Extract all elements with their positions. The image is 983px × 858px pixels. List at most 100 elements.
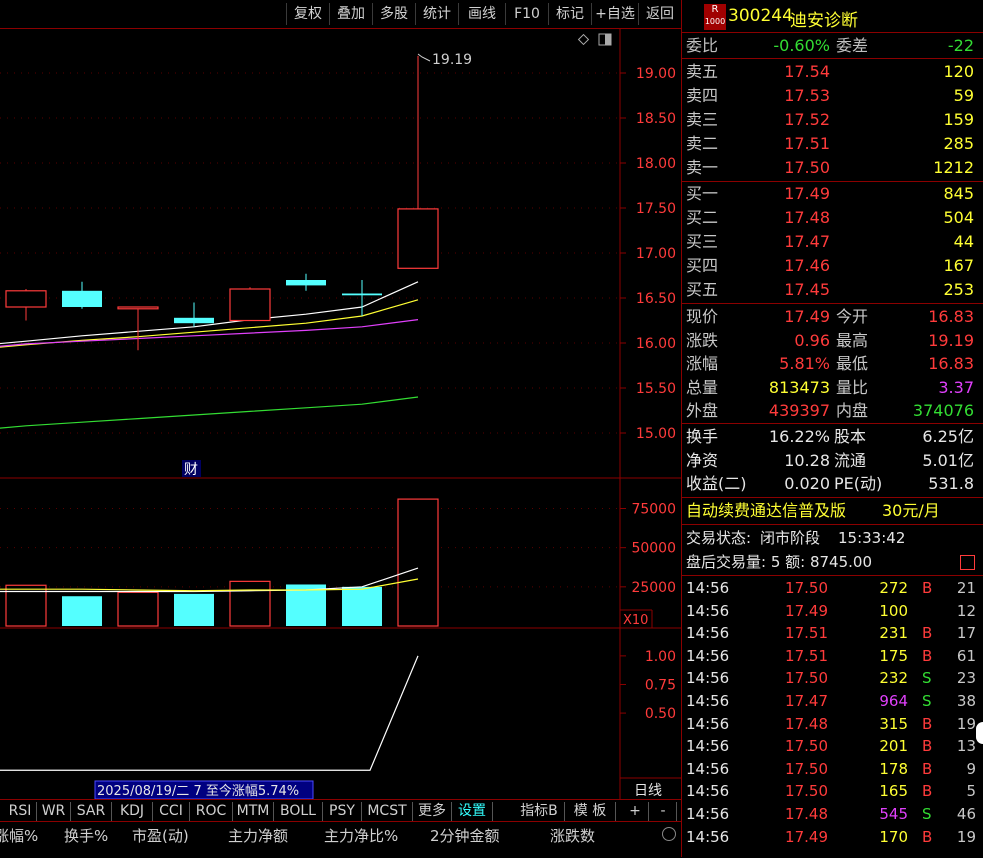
bid-row[interactable]: 买四 17.46 167 xyxy=(686,254,976,277)
multi-stock-button[interactable]: 多股 xyxy=(372,3,415,25)
col-change-pct[interactable]: 涨幅% xyxy=(0,825,38,846)
tick-row[interactable]: 14:56 17.51 231 B 17 xyxy=(686,622,976,645)
ad-text[interactable]: 自动续费通达信普及版 xyxy=(686,501,846,520)
bid-price[interactable]: 17.45 xyxy=(754,278,830,301)
ask-label: 卖一 xyxy=(686,158,719,177)
kline-chart-area[interactable]: 19.00 18.50 18.00 17.50 17.00 16.50 16.00 15.50… xyxy=(0,29,681,799)
tick-time: 14:56 xyxy=(686,805,730,823)
tick-row[interactable]: 14:56 17.50 201 B 13 xyxy=(686,735,976,758)
draw-line-button[interactable]: 画线 xyxy=(458,3,505,25)
tab-boll[interactable]: BOLL xyxy=(274,802,323,821)
bar-chart-icon[interactable] xyxy=(960,555,975,570)
tick-row[interactable]: 14:56 17.50 272 B 21 xyxy=(686,577,976,600)
ask-price[interactable]: 17.52 xyxy=(754,108,830,131)
tab-settings[interactable]: 设置 xyxy=(452,802,493,821)
volume-bar[interactable] xyxy=(397,498,439,627)
tab-psy[interactable]: PSY xyxy=(323,802,362,821)
tick-count: 9 xyxy=(966,759,976,778)
bid-price[interactable]: 17.46 xyxy=(754,254,830,277)
ask-row[interactable]: 卖一 17.50 1212 xyxy=(686,156,976,179)
tab-kdj[interactable]: KDJ xyxy=(112,802,153,821)
col-main-net-ratio[interactable]: 主力净比% xyxy=(324,825,398,846)
col-pe[interactable]: 市盈(动) xyxy=(132,825,189,846)
ask-price[interactable]: 17.53 xyxy=(754,84,830,107)
tab-mtm[interactable]: MTM xyxy=(233,802,274,821)
tab-mcst[interactable]: MCST xyxy=(362,802,413,821)
col-up-down-count[interactable]: 涨跌数 xyxy=(550,825,595,846)
tick-row[interactable]: 14:56 17.50 165 B 5 xyxy=(686,780,976,803)
tab-sar[interactable]: SAR xyxy=(71,802,112,821)
bid-price[interactable]: 17.47 xyxy=(754,230,830,253)
candle-body[interactable] xyxy=(5,290,47,308)
indicator-b-button[interactable]: 指标B xyxy=(514,802,565,821)
finance-marker[interactable]: 财 xyxy=(184,462,198,478)
candle-body[interactable] xyxy=(117,306,159,310)
ask-price[interactable]: 17.50 xyxy=(754,156,830,179)
fund-value: 16.22% xyxy=(768,427,830,446)
high-price-label: 19.19 xyxy=(432,52,472,68)
side-popup-icon[interactable] xyxy=(976,722,983,744)
tick-row[interactable]: 14:56 17.50 232 S 23 xyxy=(686,667,976,690)
tick-row[interactable]: 14:56 17.48 315 B 19 xyxy=(686,713,976,736)
candle-body[interactable] xyxy=(229,288,271,322)
back-button[interactable]: 返回 xyxy=(638,3,681,25)
col-main-net[interactable]: 主力净额 xyxy=(228,825,288,846)
overlay-button[interactable]: 叠加 xyxy=(329,3,372,25)
ad-price[interactable]: 30元/月 xyxy=(882,499,940,522)
zoom-in-button[interactable]: + xyxy=(622,802,649,821)
tick-side: B xyxy=(922,714,933,733)
ask-row[interactable]: 卖三 17.52 159 xyxy=(686,108,976,131)
bid-row[interactable]: 买三 17.47 44 xyxy=(686,230,976,253)
candle-body[interactable] xyxy=(397,208,439,269)
add-watchlist-button[interactable]: +自选 xyxy=(591,3,638,25)
volume-bar[interactable] xyxy=(229,580,271,627)
bid-price[interactable]: 17.48 xyxy=(754,206,830,229)
mark-button[interactable]: 标记 xyxy=(548,3,591,25)
candle-body[interactable] xyxy=(62,290,102,307)
bid-label: 买四 xyxy=(686,256,719,275)
ask-price[interactable]: 17.51 xyxy=(754,132,830,155)
tick-row[interactable]: 14:56 17.49 170 B 19 xyxy=(686,826,976,849)
candle-body[interactable] xyxy=(286,280,326,286)
candle-body[interactable] xyxy=(342,293,382,296)
tab-wr[interactable]: WR xyxy=(37,802,71,821)
ask-row[interactable]: 卖四 17.53 59 xyxy=(686,84,976,107)
tick-row[interactable]: 14:56 17.47 964 S 38 xyxy=(686,690,976,713)
zoom-out-button[interactable]: - xyxy=(650,802,677,821)
col-turnover[interactable]: 换手% xyxy=(64,825,108,846)
template-button[interactable]: 模 板 xyxy=(565,802,616,821)
ask-row[interactable]: 卖二 17.51 285 xyxy=(686,132,976,155)
bid-row[interactable]: 买五 17.45 253 xyxy=(686,278,976,301)
bid-price[interactable]: 17.49 xyxy=(754,182,830,205)
tick-row[interactable]: 14:56 17.49 100 12 xyxy=(686,600,976,623)
window-toggle-icon[interactable] xyxy=(598,33,612,46)
tick-row[interactable]: 14:56 17.51 175 B 61 xyxy=(686,645,976,668)
ask-row[interactable]: 卖五 17.54 120 xyxy=(686,60,976,83)
settings-gear-icon[interactable] xyxy=(662,827,676,841)
volume-bar[interactable] xyxy=(174,593,214,626)
tab-more[interactable]: 更多 xyxy=(413,802,452,821)
ad-banner[interactable]: 自动续费通达信普及版 30元/月 xyxy=(686,499,976,522)
stat-value: 19.19 xyxy=(928,330,974,350)
tick-row[interactable]: 14:56 17.50 178 B 9 xyxy=(686,758,976,781)
bid-row[interactable]: 买二 17.48 504 xyxy=(686,206,976,229)
stock-name[interactable]: 迪安诊断 xyxy=(790,6,858,31)
volume-bar[interactable] xyxy=(342,586,382,626)
ask-price[interactable]: 17.54 xyxy=(754,60,830,83)
tick-row[interactable]: 14:56 17.48 545 S 46 xyxy=(686,803,976,826)
col-2min-amount[interactable]: 2分钟金额 xyxy=(430,825,500,846)
statistics-button[interactable]: 统计 xyxy=(415,3,458,25)
tick-price: 17.50 xyxy=(785,782,828,801)
candle-body[interactable] xyxy=(174,317,214,324)
bid-row[interactable]: 买一 17.49 845 xyxy=(686,182,976,205)
diamond-icon[interactable] xyxy=(577,33,590,46)
f10-button[interactable]: F10 xyxy=(505,3,548,25)
tab-roc[interactable]: ROC xyxy=(190,802,233,821)
tick-price: 17.51 xyxy=(785,646,828,665)
tab-rsi[interactable]: RSI xyxy=(4,802,37,821)
volume-bar[interactable] xyxy=(62,596,102,626)
fuquan-button[interactable]: 复权 xyxy=(286,3,329,25)
tab-cci[interactable]: CCI xyxy=(153,802,190,821)
volume-bar[interactable] xyxy=(117,591,159,627)
period-label[interactable]: 日线 xyxy=(634,783,662,799)
